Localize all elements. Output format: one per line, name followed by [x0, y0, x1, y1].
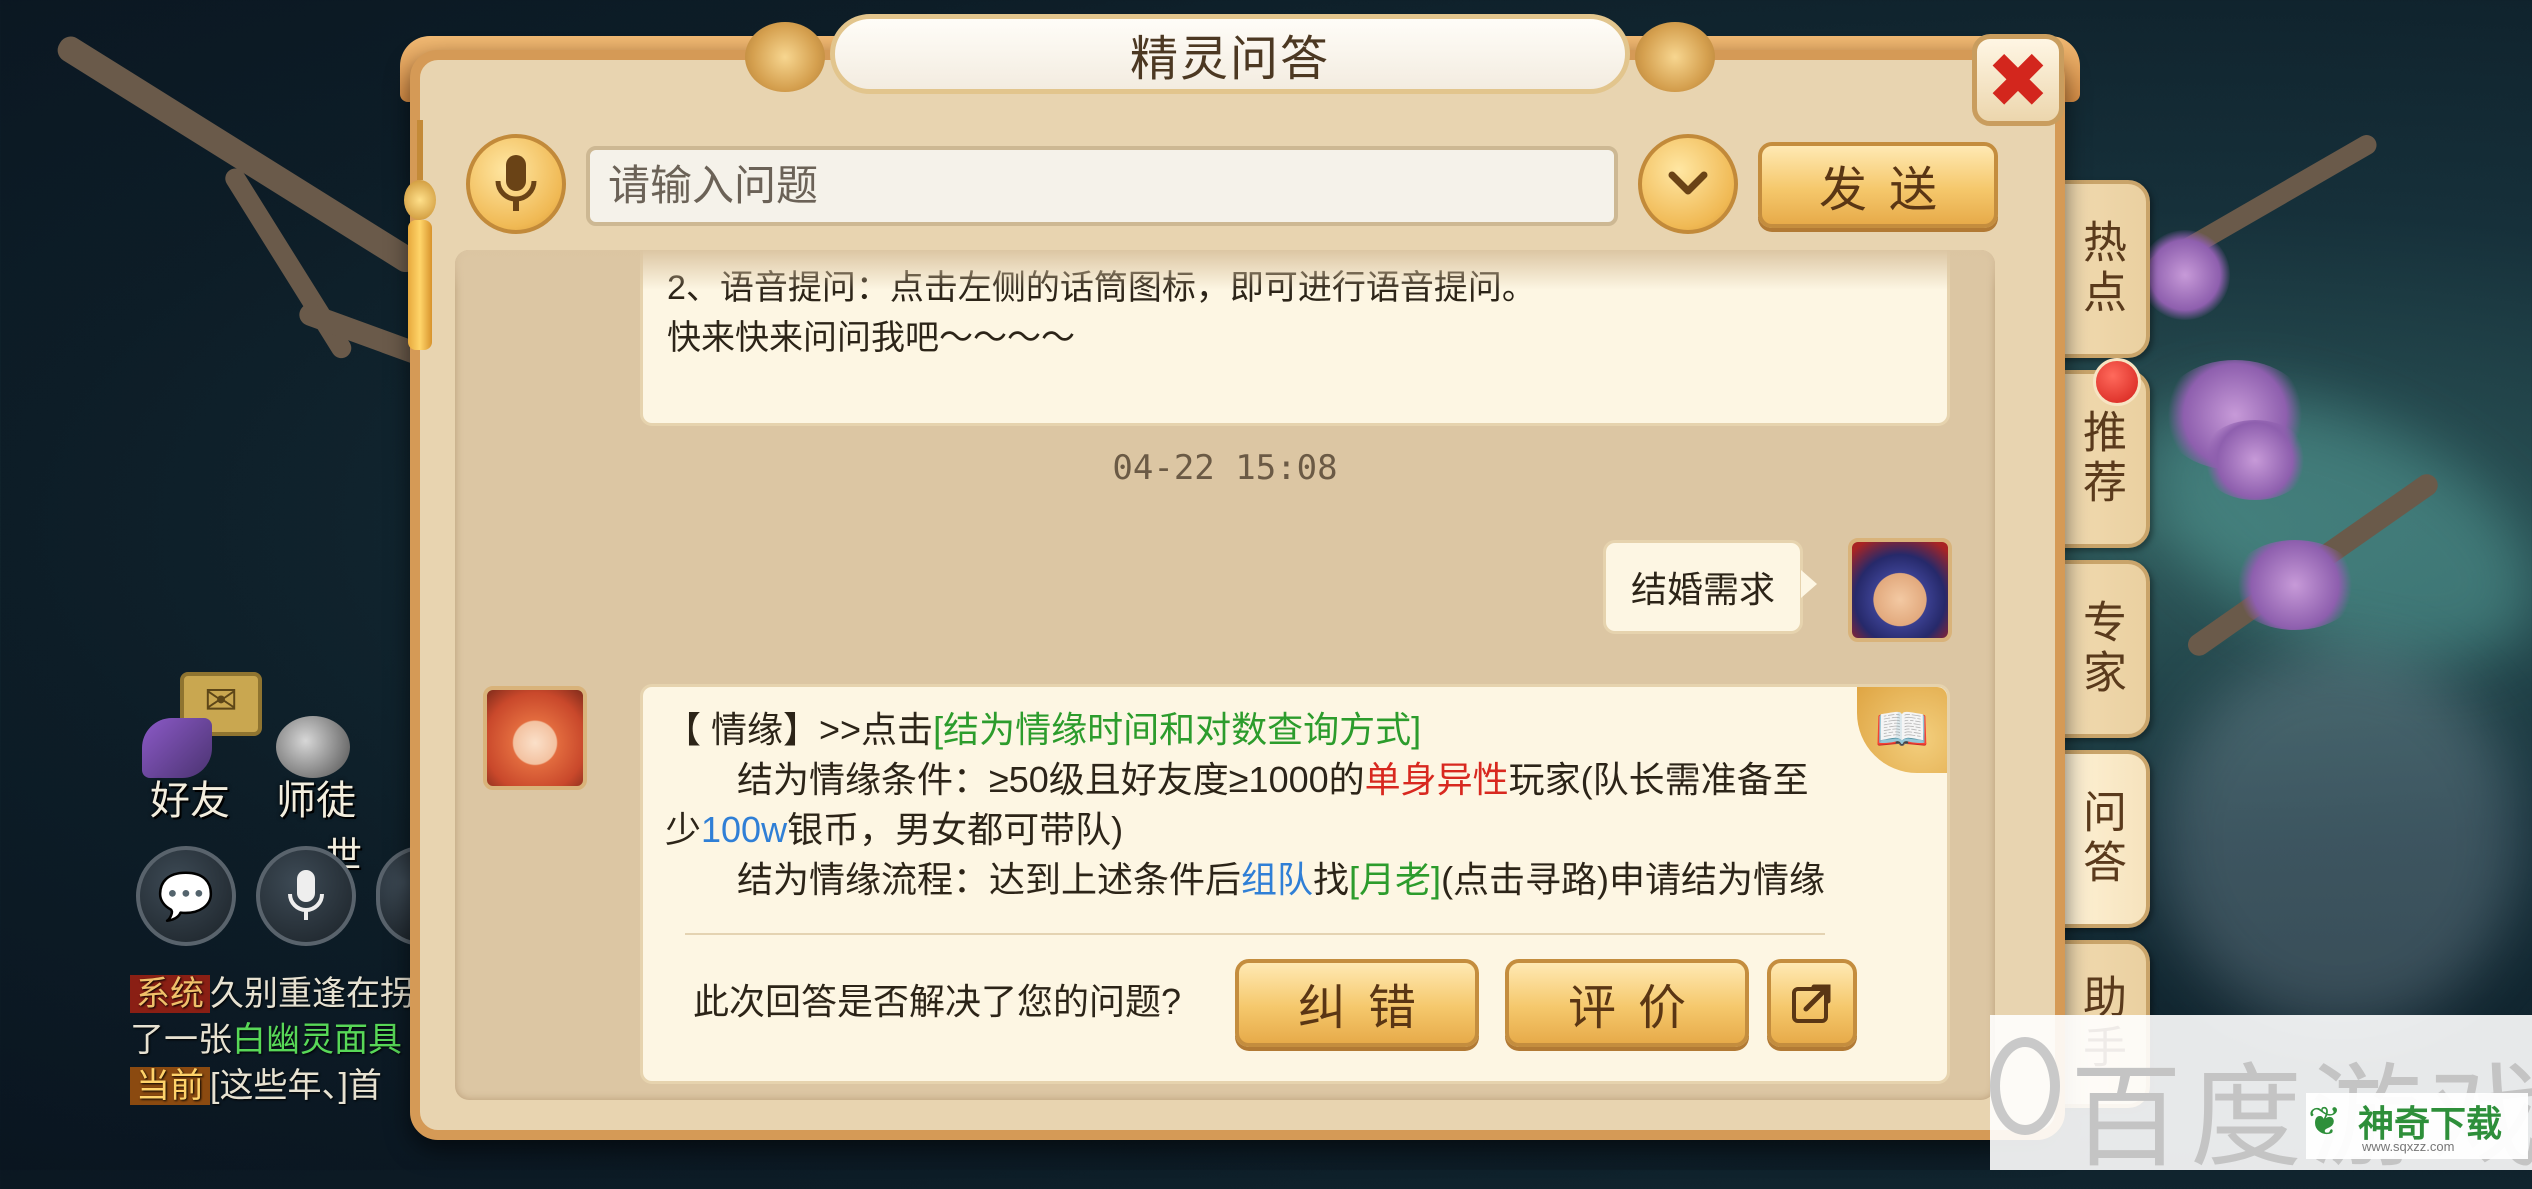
voice-input-button[interactable] [466, 134, 566, 234]
answer-line-1: 【 情缘】>>点击[结为情缘时间和对数查询方式] [665, 705, 1925, 755]
watermark-url: www.sqxzz.com [2362, 1139, 2455, 1154]
answer-text: 结为情缘流程：达到上述条件后 [737, 859, 1242, 900]
message-timestamp: 04-22 15:08 [1112, 448, 1338, 488]
answer-text: (点击寻路)申请结为情缘 [1441, 859, 1826, 900]
answer-npc-link[interactable]: [月老] [1349, 859, 1441, 900]
rate-button[interactable]: 评价 [1505, 959, 1749, 1047]
watermark-leaf-icon: ❦ [2308, 1100, 2342, 1144]
master-label: 师徒 [276, 779, 356, 823]
answer-highlight-single: 单身异性 [1364, 759, 1509, 800]
tassel-ornament-icon [400, 120, 440, 360]
answer-text: 找 [1313, 859, 1350, 900]
user-avatar[interactable] [1848, 538, 1952, 642]
chat-text: [这些年、]首 [210, 1067, 382, 1105]
share-button[interactable] [1767, 959, 1857, 1047]
voice-chat-button[interactable] [256, 846, 356, 946]
answer-line-4: 结为情缘流程：达到上述条件后组队找[月老](点击寻路)申请结为情缘 [665, 855, 1925, 905]
assistant-avatar [483, 686, 587, 790]
answer-highlight-team: 组队 [1241, 859, 1314, 900]
chat-tag-current: 当前 [130, 1067, 210, 1105]
message-area[interactable]: 2、语音提问：点击左侧的话筒图标，即可进行语音提问。 快来快来问问我吧～～～～ … [455, 250, 1995, 1100]
send-label: 发送 [1818, 164, 1959, 217]
answer-text: 结为情缘条件：≥50级且好友度≥1000的 [737, 759, 1365, 800]
friends-button[interactable]: 好友 [128, 700, 238, 823]
chat-bubble-icon: 💬 [157, 869, 215, 922]
share-icon [1792, 984, 1831, 1023]
answer-highlight-silver: 100w [701, 809, 788, 850]
tab-qa-label: 问答 [2076, 789, 2125, 889]
rate-label: 评价 [1567, 982, 1708, 1035]
dialog-title: 精灵问答 [830, 14, 1630, 94]
answer-text: 少 [665, 809, 702, 850]
chat-line-system: 系统 久别重逢在拐 [130, 966, 414, 1015]
watermark-site: ❦ 神奇下载 www.sqxzz.com [2306, 1093, 2528, 1159]
watermark-overlay: 百度游戏 ❦ 神奇下载 www.sqxzz.com [1990, 1015, 2532, 1180]
master-button[interactable]: 师徒 [258, 700, 378, 823]
tab-recommend-label: 推荐 [2076, 409, 2125, 509]
intro-line-invite: 快来快来问问我吧～～～～ [667, 319, 1075, 357]
answer-text: 银币，男女都可带队) [787, 809, 1124, 850]
chevron-down-icon [1668, 171, 1708, 195]
dropdown-button[interactable] [1638, 134, 1738, 234]
correct-label: 纠错 [1297, 982, 1438, 1035]
answer-divider [685, 933, 1825, 935]
user-message-bubble: 结婚需求 [1603, 540, 1803, 634]
close-button[interactable]: ✖ [1972, 34, 2064, 126]
correct-button[interactable]: 纠错 [1235, 959, 1479, 1047]
bubble-tail-icon [1801, 570, 1817, 598]
tab-hot[interactable]: 热点 [2050, 180, 2150, 358]
tab-qa[interactable]: 问答 [2050, 750, 2150, 928]
answer-topic-link[interactable]: [结为情缘时间和对数查询方式] [933, 709, 1421, 750]
friends-label: 好友 [150, 779, 230, 823]
chat-tag-system: 系统 [130, 975, 210, 1013]
notification-dot [2093, 358, 2141, 406]
chat-item-link[interactable]: 白幽灵面具 [232, 1021, 402, 1059]
chat-text: 久别重逢在拐 [210, 975, 414, 1013]
answer-heading: 【 情缘】>>点击 [665, 709, 934, 750]
user-message-text: 结婚需求 [1630, 569, 1775, 610]
answer-bubble: 📖 【 情缘】>>点击[结为情缘时间和对数查询方式] 结为情缘条件：≥50级且好… [640, 684, 1950, 1084]
microphone-icon [288, 870, 324, 920]
scroll-fade [455, 250, 1995, 290]
answer-line-2: 结为情缘条件：≥50级且好友度≥1000的单身异性玩家(队长需准备至 [665, 755, 1925, 805]
chat-bubble-button[interactable]: 💬 [136, 846, 236, 946]
watermark-logo-icon [1990, 1037, 2060, 1135]
feedback-question: 此次回答是否解决了您的问题? [693, 981, 1182, 1022]
chat-text: 了一张 [130, 1021, 232, 1059]
tab-hot-label: 热点 [2076, 219, 2125, 319]
chat-line-item: 了一张白幽灵面具 [130, 1012, 402, 1061]
answer-line-3: 少100w银币，男女都可带队) [665, 805, 1925, 855]
microphone-icon [495, 155, 537, 211]
answer-text: 玩家(队长需准备至 [1508, 759, 1809, 800]
tab-expert[interactable]: 专家 [2050, 560, 2150, 738]
chat-line-current: 当前 [这些年、]首 [130, 1058, 382, 1107]
tab-expert-label: 专家 [2076, 599, 2125, 699]
send-button[interactable]: 发送 [1758, 142, 1998, 228]
title-ornament-left-icon [745, 22, 825, 92]
title-ornament-right-icon [1635, 22, 1715, 92]
question-input[interactable] [586, 146, 1618, 226]
close-icon: ✖ [1986, 38, 2050, 124]
